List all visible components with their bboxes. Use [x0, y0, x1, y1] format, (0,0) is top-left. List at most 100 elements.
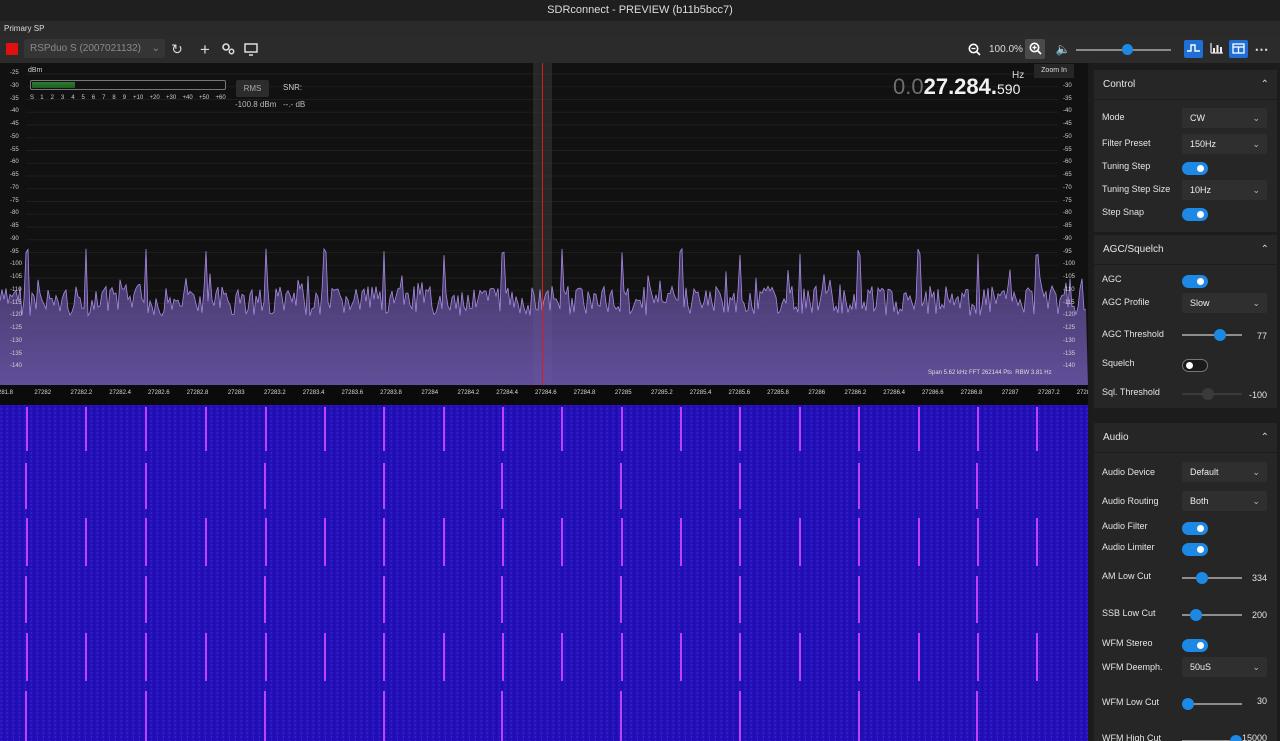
- agc-threshold-label: AGC Threshold: [1102, 329, 1164, 339]
- y-tick-label: -135: [10, 350, 23, 357]
- frequency-tick-label: 27283.8: [380, 390, 402, 396]
- y-tick-label: -75: [1063, 197, 1072, 204]
- wfm-high-cut-slider[interactable]: [1182, 735, 1242, 741]
- spectrum-view-button[interactable]: [1184, 40, 1203, 58]
- s-meter-tick: 2: [50, 95, 54, 101]
- s-meter-tick: +60: [215, 95, 226, 101]
- wfm-low-cut-slider[interactable]: [1182, 698, 1242, 710]
- display-icon[interactable]: [242, 36, 260, 65]
- span-info: Span 5.62 kHz FFT 262144 Pts RBW 3.81 Hz: [928, 370, 1052, 376]
- bar-chart-button[interactable]: [1207, 40, 1226, 58]
- s-meter-tick: +50: [199, 95, 210, 101]
- chevron-up-icon: ⌃: [1260, 79, 1269, 90]
- add-icon[interactable]: +: [196, 36, 214, 63]
- filter-preset-value: 150Hz: [1190, 139, 1217, 149]
- am-low-cut-slider[interactable]: [1182, 572, 1242, 584]
- agc-threshold-value: 77: [1256, 331, 1267, 341]
- frequency-tick-label: 27284.2: [457, 390, 480, 396]
- wfm-deemph-value: 50uS: [1190, 662, 1212, 672]
- device-select[interactable]: RSPduo S (2007021132) ⌄: [24, 39, 165, 58]
- volume-slider[interactable]: [1076, 36, 1171, 63]
- chevron-down-icon: ⌄: [1252, 113, 1260, 123]
- audio-filter-toggle[interactable]: [1182, 522, 1208, 535]
- zoom-in-button[interactable]: [1025, 39, 1045, 59]
- y-tick-label: -65: [10, 172, 19, 178]
- s-meter-tick: +20: [149, 95, 160, 101]
- sql-threshold-slider[interactable]: [1182, 388, 1242, 400]
- y-tick-label: -55: [10, 146, 19, 153]
- step-snap-label: Step Snap: [1102, 207, 1145, 217]
- frequency-tick-label: 27285.4: [689, 390, 712, 396]
- y-tick-label: -65: [1063, 172, 1072, 178]
- audio-device-select[interactable]: Default ⌄: [1182, 462, 1267, 482]
- mode-select[interactable]: CW ⌄: [1182, 108, 1267, 128]
- layout-button[interactable]: [1229, 40, 1248, 58]
- tuning-step-toggle[interactable]: [1182, 162, 1208, 175]
- ssb-low-cut-slider[interactable]: [1182, 609, 1242, 621]
- wfm-deemph-select[interactable]: 50uS ⌄: [1182, 657, 1267, 677]
- y-tick-label: -115: [10, 299, 22, 306]
- more-icon[interactable]: ⋯: [1252, 40, 1271, 58]
- rms-button[interactable]: RMS: [236, 80, 269, 97]
- spectrum-display[interactable]: -25 -30 -35 -40 -45 -50 -55 -60 -65 -70 -75 -80 -85 -…: [0, 63, 1088, 385]
- frequency-tick-label: 27285: [614, 390, 632, 396]
- volume-icon[interactable]: 🔈: [1054, 36, 1072, 63]
- frequency-main: 27.284.: [923, 74, 997, 99]
- y-tick-label: -120: [1063, 312, 1076, 319]
- agc-profile-label: AGC Profile: [1102, 297, 1150, 307]
- agc-profile-select[interactable]: Slow ⌄: [1182, 293, 1267, 313]
- audio-section: Audio ⌃ Audio Device Default ⌄ Audio Rout…: [1094, 423, 1277, 741]
- s-meter-tick: 5: [81, 95, 85, 101]
- audio-routing-label: Audio Routing: [1102, 496, 1159, 506]
- s-meter-tick: 1: [40, 95, 44, 101]
- squelch-toggle[interactable]: [1182, 359, 1208, 372]
- audio-device-label: Audio Device: [1102, 467, 1156, 477]
- y-tick-label: -35: [10, 95, 19, 102]
- agc-title: AGC/Squelch: [1103, 244, 1164, 255]
- wfm-high-cut-label: WFM High Cut: [1102, 733, 1162, 741]
- tuning-step-size-select[interactable]: 10Hz ⌄: [1182, 180, 1267, 200]
- y-tick-label: -135: [1063, 350, 1076, 357]
- snr-label: SNR:: [283, 83, 303, 92]
- stop-button[interactable]: [6, 43, 18, 55]
- wfm-stereo-toggle[interactable]: [1182, 639, 1208, 652]
- y-tick-label: -95: [1063, 248, 1072, 255]
- chevron-down-icon: ⌄: [1252, 496, 1260, 506]
- waterfall-display[interactable]: [0, 405, 1088, 741]
- zoom-out-icon[interactable]: [965, 36, 983, 65]
- frequency-tick-label: 27287.2: [1038, 390, 1060, 396]
- refresh-icon[interactable]: ↻: [168, 36, 186, 63]
- s-meter-tick: 4: [71, 95, 75, 101]
- audio-header[interactable]: Audio ⌃: [1094, 423, 1277, 453]
- settings-icon[interactable]: [219, 36, 237, 65]
- agc-header[interactable]: AGC/Squelch ⌃: [1094, 235, 1277, 265]
- audio-routing-select[interactable]: Both ⌄: [1182, 491, 1267, 511]
- primary-sp-label: Primary SP: [0, 21, 1280, 36]
- frequency-readout[interactable]: 0.027.284.590: [893, 74, 1020, 100]
- agc-toggle[interactable]: [1182, 275, 1208, 288]
- window-title: SDRconnect - PREVIEW (b11b5bcc7): [0, 0, 1280, 21]
- frequency-tick-label: 27284.6: [534, 390, 557, 396]
- y-tick-label: -70: [10, 184, 19, 191]
- agc-threshold-slider[interactable]: [1182, 329, 1242, 341]
- frequency-tick-label: 27286.2: [844, 390, 867, 396]
- frequency-tick-label: 27285.8: [767, 390, 789, 396]
- frequency-tick-label: 27286.8: [960, 390, 983, 396]
- settings-panel: Control ⌃ Mode CW ⌄ Filter Preset 150Hz ⌄ …: [1091, 63, 1280, 741]
- frequency-tick-label: 27286: [808, 390, 826, 396]
- chevron-down-icon: ⌄: [1252, 139, 1260, 149]
- frequency-tick-label: 27283.2: [264, 390, 286, 396]
- frequency-tick-label: 27286.4: [883, 390, 905, 396]
- filter-preset-label: Filter Preset: [1102, 138, 1151, 148]
- audio-routing-value: Both: [1190, 496, 1209, 506]
- frequency-tick-label: 27282: [34, 390, 52, 396]
- y-tick-label: -85: [10, 223, 19, 229]
- frequency-tick-label: 27284: [421, 390, 439, 396]
- control-header[interactable]: Control ⌃: [1094, 70, 1277, 100]
- filter-preset-select[interactable]: 150Hz ⌄: [1182, 134, 1267, 154]
- wfm-low-cut-label: WFM Low Cut: [1102, 697, 1160, 707]
- y-tick-label: -115: [1063, 299, 1075, 306]
- audio-limiter-toggle[interactable]: [1182, 543, 1208, 556]
- am-low-cut-value: 334: [1251, 573, 1267, 583]
- step-snap-toggle[interactable]: [1182, 208, 1208, 221]
